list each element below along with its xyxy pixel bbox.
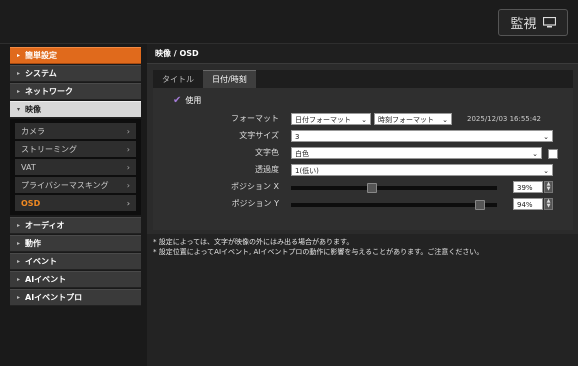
chevron-down-icon: ⌄ bbox=[543, 167, 549, 175]
submenu-item-privacy-masking[interactable]: プライバシーマスキング › bbox=[15, 177, 136, 193]
sidebar-item-label: AIイベント bbox=[25, 275, 67, 284]
transparency-select[interactable]: 1(低い) ⌄ bbox=[291, 164, 553, 176]
chevron-right-icon: › bbox=[126, 180, 130, 190]
sidebar-item-label: システム bbox=[25, 69, 57, 78]
chevron-right-icon: ▸ bbox=[17, 240, 21, 247]
position-x-slider-handle[interactable] bbox=[367, 183, 377, 193]
format-row: フォーマット 日付フォーマット ⌄ 時刻フォーマット ⌄ 2025/12/03 … bbox=[153, 113, 573, 125]
chevron-down-icon: ⌄ bbox=[442, 116, 448, 124]
sidebar-item-easy-setup[interactable]: ▸ 簡単設定 bbox=[10, 47, 141, 64]
position-x-label: ポジション X bbox=[230, 182, 279, 191]
page-title: 映像 / OSD bbox=[147, 44, 578, 64]
submenu-item-label: ストリーミング bbox=[21, 144, 77, 154]
chevron-right-icon: ▸ bbox=[17, 88, 21, 95]
text-color-label: 文字色 bbox=[255, 148, 279, 157]
chevron-right-icon: ▸ bbox=[17, 52, 21, 59]
date-format-select[interactable]: 日付フォーマット ⌄ bbox=[291, 113, 371, 125]
sidebar-item-label: 映像 bbox=[25, 105, 42, 114]
monitor-button[interactable]: 監視 bbox=[498, 9, 568, 36]
chevron-right-icon: › bbox=[126, 126, 130, 136]
transparency-row: 透過度 1(低い) ⌄ bbox=[153, 164, 573, 176]
submenu-item-vat[interactable]: VAT › bbox=[15, 159, 136, 175]
submenu-item-label: プライバシーマスキング bbox=[21, 180, 109, 190]
position-y-slider[interactable] bbox=[291, 200, 497, 210]
chevron-right-icon: › bbox=[126, 162, 130, 172]
sidebar-item-event[interactable]: ▸ イベント bbox=[10, 253, 141, 270]
position-y-row: ポジション Y 94% ▲ ▼ bbox=[153, 198, 573, 210]
text-color-select[interactable]: 白色 ⌄ bbox=[291, 147, 542, 159]
sidebar-item-system[interactable]: ▸ システム bbox=[10, 65, 141, 82]
use-checkbox-row[interactable]: ✔ 使用 bbox=[173, 95, 201, 106]
submenu-item-osd[interactable]: OSD › bbox=[15, 195, 136, 211]
sidebar-item-action[interactable]: ▸ 動作 bbox=[10, 235, 141, 252]
top-bar: 監視 bbox=[0, 0, 578, 44]
font-size-row: 文字サイズ 3 ⌄ bbox=[153, 130, 573, 142]
sidebar-item-label: 簡単設定 bbox=[25, 51, 58, 60]
position-y-spinner-icon[interactable]: ▲ ▼ bbox=[544, 198, 553, 210]
chevron-down-icon: ⌄ bbox=[543, 133, 549, 141]
note-line: * 設定位置によってAIイベント, AIイベントプロの動作に影響を与えることがあ… bbox=[153, 248, 484, 256]
sidebar-item-label: AIイベントプロ bbox=[25, 293, 83, 302]
chevron-down-icon: ▾ bbox=[17, 106, 21, 113]
transparency-value: 1(低い) bbox=[295, 167, 319, 175]
sidebar-item-label: ネットワーク bbox=[25, 87, 74, 96]
settings-content: ✔ 使用 フォーマット 日付フォーマット ⌄ 時刻フォーマット ⌄ 2025/1… bbox=[153, 88, 573, 230]
date-format-value: 日付フォーマット bbox=[295, 116, 351, 124]
chevron-right-icon: ▸ bbox=[17, 294, 21, 301]
chevron-right-icon: › bbox=[126, 198, 130, 208]
time-format-value: 時刻フォーマット bbox=[378, 116, 434, 124]
submenu-item-label: OSD bbox=[21, 198, 41, 208]
submenu-item-label: カメラ bbox=[21, 126, 45, 136]
checkmark-icon[interactable]: ✔ bbox=[173, 95, 181, 105]
tab-title[interactable]: タイトル bbox=[153, 70, 203, 88]
font-size-label: 文字サイズ bbox=[239, 131, 279, 140]
submenu-item-streaming[interactable]: ストリーミング › bbox=[15, 141, 136, 157]
position-x-input[interactable]: 39% bbox=[513, 181, 543, 193]
text-color-swatch[interactable] bbox=[548, 149, 558, 159]
text-color-row: 文字色 白色 ⌄ bbox=[153, 147, 573, 159]
position-x-slider[interactable] bbox=[291, 183, 497, 193]
sidebar-item-ai-event-pro[interactable]: ▸ AIイベントプロ bbox=[10, 289, 141, 306]
position-x-row: ポジション X 39% ▲ ▼ bbox=[153, 181, 573, 193]
monitor-icon bbox=[542, 17, 556, 28]
chevron-right-icon: ▸ bbox=[17, 258, 21, 265]
use-label: 使用 bbox=[185, 96, 202, 105]
font-size-value: 3 bbox=[295, 133, 300, 141]
position-x-spinner-icon[interactable]: ▲ ▼ bbox=[544, 181, 553, 193]
position-y-slider-handle[interactable] bbox=[475, 200, 485, 210]
sidebar-item-label: オーディオ bbox=[25, 221, 65, 230]
format-label: フォーマット bbox=[231, 114, 279, 123]
sidebar-item-label: 動作 bbox=[25, 239, 42, 248]
transparency-label: 透過度 bbox=[255, 165, 279, 174]
sidebar-item-network[interactable]: ▸ ネットワーク bbox=[10, 83, 141, 100]
position-y-input[interactable]: 94% bbox=[513, 198, 543, 210]
monitor-label: 監視 bbox=[510, 17, 537, 32]
chevron-right-icon: ▸ bbox=[17, 276, 21, 283]
chevron-right-icon: ▸ bbox=[17, 222, 21, 229]
position-y-label: ポジション Y bbox=[231, 199, 279, 208]
sidebar-item-video[interactable]: ▾ 映像 bbox=[10, 101, 141, 118]
main-panel: 映像 / OSD タイトル 日付/時刻 ✔ 使用 フォーマット 日付フォーマット… bbox=[147, 44, 578, 234]
tab-date-time[interactable]: 日付/時刻 bbox=[203, 70, 256, 88]
note-line: * 設定によっては、文字が映像の外にはみ出る場合があります。 bbox=[153, 238, 354, 246]
sidebar-item-audio[interactable]: ▸ オーディオ bbox=[10, 217, 141, 234]
chevron-right-icon: ▸ bbox=[17, 70, 21, 77]
notes: * 設定によっては、文字が映像の外にはみ出る場合があります。 * 設定位置によっ… bbox=[153, 237, 573, 257]
video-submenu: カメラ › ストリーミング › VAT › プライバシーマスキング › OSD … bbox=[10, 119, 141, 215]
sidebar-item-label: イベント bbox=[25, 257, 58, 266]
datetime-preview: 2025/12/03 16:55:42 bbox=[467, 115, 542, 123]
submenu-item-camera[interactable]: カメラ › bbox=[15, 123, 136, 139]
submenu-item-label: VAT bbox=[21, 162, 36, 172]
sidebar-item-ai-event[interactable]: ▸ AIイベント bbox=[10, 271, 141, 288]
tab-bar: タイトル 日付/時刻 bbox=[153, 70, 573, 88]
time-format-select[interactable]: 時刻フォーマット ⌄ bbox=[374, 113, 452, 125]
font-size-select[interactable]: 3 ⌄ bbox=[291, 130, 553, 142]
chevron-right-icon: › bbox=[126, 144, 130, 154]
chevron-down-icon: ⌄ bbox=[361, 116, 367, 124]
text-color-value: 白色 bbox=[295, 150, 309, 158]
chevron-down-icon: ⌄ bbox=[532, 150, 538, 158]
sidebar: ▸ 簡単設定 ▸ システム ▸ ネットワーク ▾ 映像 カメラ › ストリーミン… bbox=[0, 44, 147, 366]
